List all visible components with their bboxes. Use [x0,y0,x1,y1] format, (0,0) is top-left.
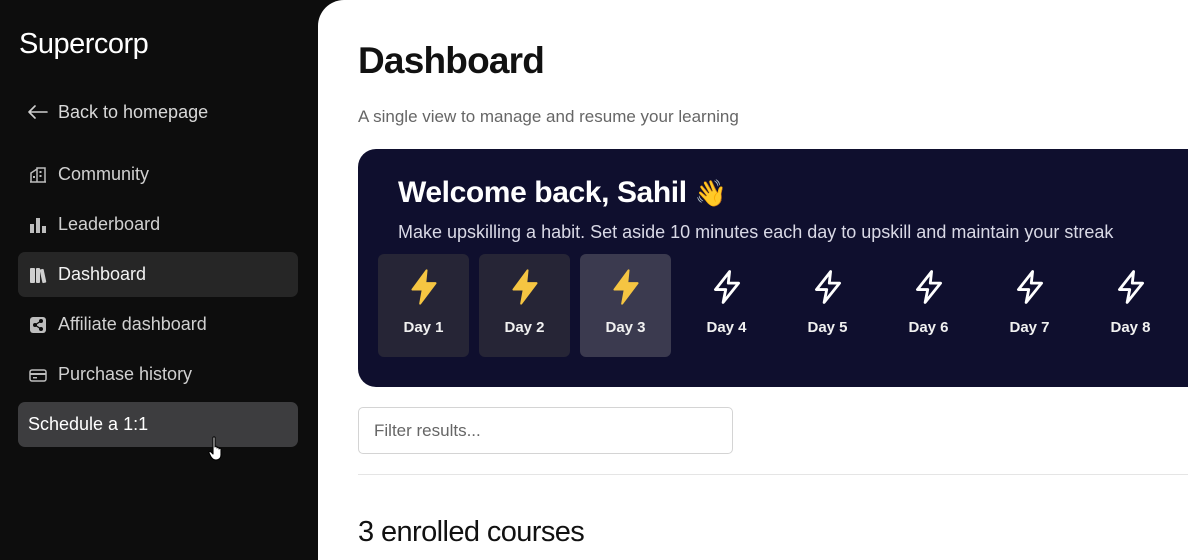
filter-results-input[interactable] [358,407,733,454]
lightning-filled-icon [410,269,437,305]
page-title: Dashboard [358,40,545,81]
sidebar-item-purchase-history[interactable]: Purchase history [18,352,298,397]
enrolled-courses-heading: 3 enrolled courses [358,516,585,548]
sidebar-item-leaderboard[interactable]: Leaderboard [18,202,298,247]
waving-hand-icon: 👋 [694,178,727,208]
day-label: Day 7 [1009,319,1050,336]
lightning-outline-icon [1016,270,1043,304]
sidebar-item-community[interactable]: Community [18,152,298,197]
sidebar-item-label: Affiliate dashboard [58,314,207,334]
sidebar-item-label: Dashboard [58,264,147,284]
main-content: Dashboard A single view to manage and re… [318,0,1188,560]
lightning-outline-icon [814,270,841,304]
schedule-label: Schedule a 1:1 [28,414,149,434]
sidebar-item-label: Leaderboard [58,214,161,234]
day-label: Day 3 [605,319,646,336]
page-subtitle: A single view to manage and resume your … [358,107,739,126]
day-label: Day 8 [1110,319,1151,336]
back-to-homepage-label: Back to homepage [58,101,209,122]
building-icon [28,165,48,185]
sidebar-item-dashboard[interactable]: Dashboard [18,252,298,297]
streak-day: Day 6 [883,254,974,357]
sidebar-item-affiliate-dashboard[interactable]: Affiliate dashboard [18,302,298,347]
streak-day: Day 2 [479,254,570,357]
welcome-text: Welcome back, Sahil [398,176,687,209]
bar-chart-icon [28,215,48,235]
credit-card-icon [28,365,48,385]
lightning-outline-icon [1117,270,1144,304]
books-icon [28,265,48,285]
streak-day: Day 4 [681,254,772,357]
day-label: Day 4 [706,319,747,336]
sidebar-item-label: Community [58,164,150,184]
streak-day: Day 7 [984,254,1075,357]
lightning-outline-icon [713,270,740,304]
share-icon [28,315,48,335]
streak-day: Day 1 [378,254,469,357]
streak-days: Day 1 Day 2 Day 3 Day 4 Day 5 Day 6 Day … [378,254,1186,357]
back-to-homepage-link[interactable]: Back to homepage [28,100,208,124]
hand-pointer-cursor-icon [208,436,226,467]
welcome-heading: Welcome back, Sahil 👋 [398,176,727,210]
sidebar-item-label: Purchase history [58,364,193,384]
arrow-left-icon [28,105,48,119]
sidebar: Supercorp Back to homepage Community Lea… [0,0,318,560]
lightning-filled-icon [511,269,538,305]
schedule-a-call-button[interactable]: Schedule a 1:1 [18,402,298,447]
divider [358,474,1188,475]
brand-logo[interactable]: Supercorp [19,28,149,61]
streak-day: Day 8 [1085,254,1176,357]
day-label: Day 2 [504,319,545,336]
streak-description: Make upskilling a habit. Set aside 10 mi… [398,222,1114,242]
lightning-filled-icon [612,269,639,305]
streak-day: Day 5 [782,254,873,357]
day-label: Day 1 [403,319,444,336]
day-label: Day 6 [908,319,949,336]
lightning-outline-icon [915,270,942,304]
streak-day-current: Day 3 [580,254,671,357]
streak-card: Welcome back, Sahil 👋 Make upskilling a h… [358,149,1188,387]
day-label: Day 5 [807,319,848,336]
